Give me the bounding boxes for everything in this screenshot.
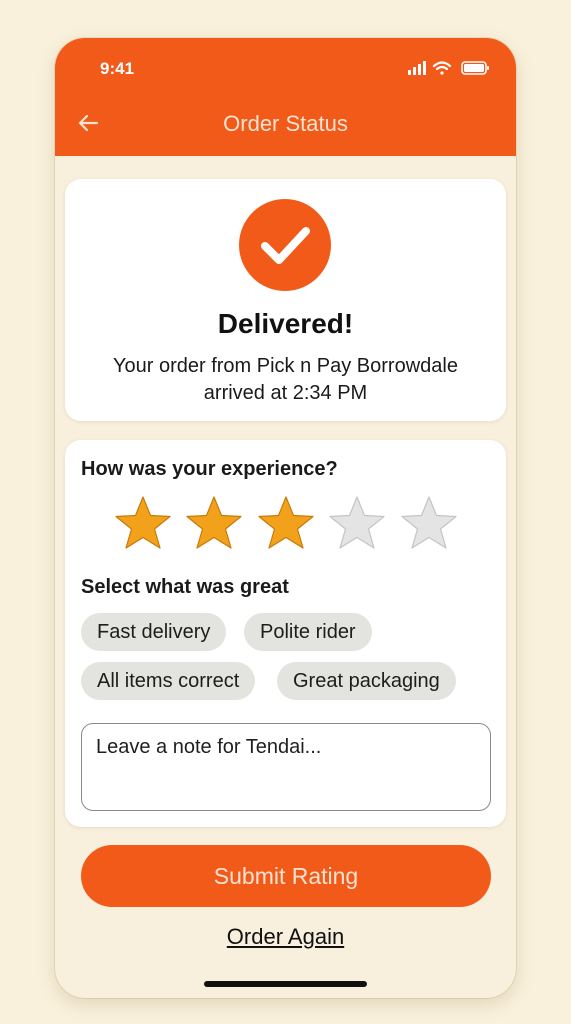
check-icon	[261, 227, 310, 264]
star-icon-3[interactable]	[255, 493, 317, 555]
home-indicator	[204, 981, 367, 987]
delivery-message: Your order from Pick n Pay Borrowdale ar…	[65, 353, 506, 407]
status-time: 9:41	[100, 59, 135, 78]
order-again-link[interactable]: Order Again	[55, 924, 516, 950]
select-great-label: Select what was great	[81, 576, 289, 598]
signal-icon	[408, 61, 426, 75]
experience-question: How was your experience?	[81, 458, 338, 480]
phone-screen: 9:41 Order Status Delivered! Your order …	[55, 38, 516, 998]
note-input[interactable]: Leave a note for Tendai...	[81, 723, 491, 811]
rating-card: How was your experience? Select what was…	[65, 440, 506, 827]
battery-icon	[461, 61, 489, 75]
delivered-title: Delivered!	[217, 308, 354, 339]
page-title: Order Status	[223, 111, 348, 136]
chip-polite-rider[interactable]: Polite rider	[244, 613, 372, 651]
star-rating[interactable]	[112, 493, 462, 555]
delivered-card: Delivered! Your order from Pick n Pay Bo…	[65, 179, 506, 421]
app-header: 9:41 Order Status	[55, 38, 516, 156]
star-icon-4[interactable]	[326, 493, 388, 555]
star-icon-1[interactable]	[112, 493, 174, 555]
success-badge	[239, 199, 331, 291]
star-icon-2[interactable]	[183, 493, 245, 555]
delivery-message-line2: arrived at 2:34 PM	[203, 382, 368, 404]
delivery-message-line1: Your order from Pick n Pay Borrowdale	[113, 355, 458, 377]
chip-fast-delivery[interactable]: Fast delivery	[81, 613, 227, 651]
submit-rating-button[interactable]: Submit Rating	[81, 845, 491, 907]
wifi-icon	[432, 61, 452, 75]
chip-all-items-correct[interactable]: All items correct	[81, 662, 256, 700]
chip-great-packaging[interactable]: Great packaging	[277, 662, 456, 700]
star-icon-5[interactable]	[398, 493, 460, 555]
status-icons	[408, 61, 489, 75]
